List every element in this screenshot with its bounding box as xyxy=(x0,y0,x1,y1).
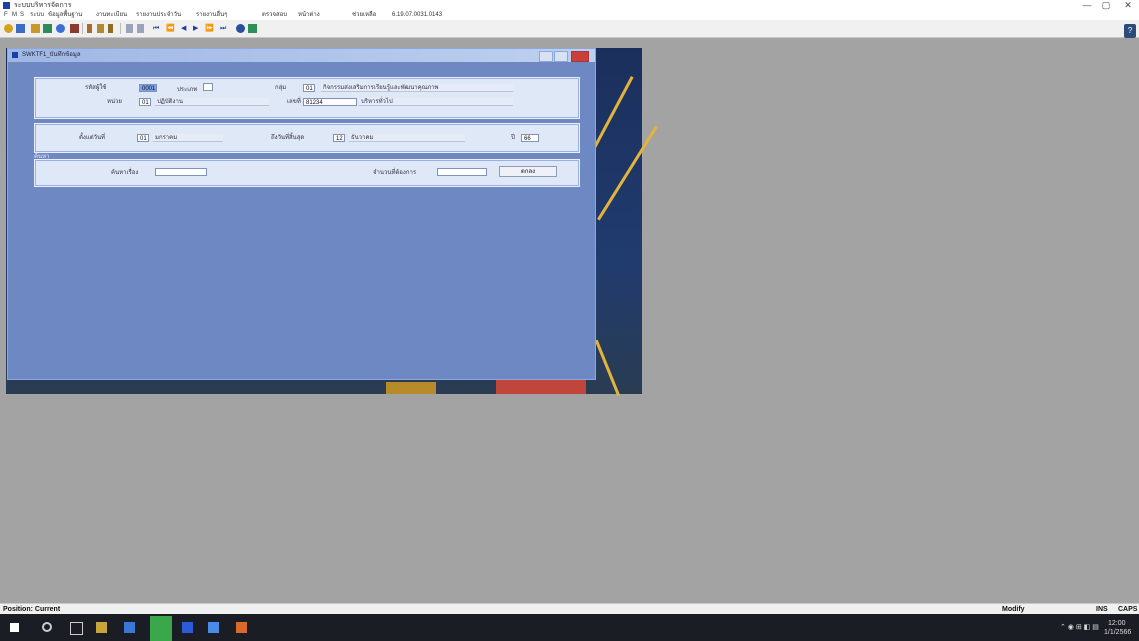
store-icon[interactable] xyxy=(124,622,135,633)
group-name-display: กิจกรรมส่งเสริมการเรียนรู้และพัฒนาคุณภาพ xyxy=(321,84,513,92)
image-stripe xyxy=(593,75,634,149)
menu-item[interactable]: งานทะเบียน xyxy=(96,11,127,20)
next-record-icon[interactable]: ▶ xyxy=(193,23,198,34)
doc-number-field[interactable]: 81234 xyxy=(303,98,357,106)
code-field[interactable]: 0001 xyxy=(139,84,157,92)
doc-label: เลขที่ xyxy=(287,99,301,105)
form-window-title: SWKTF1_บันทึกข้อมูล xyxy=(22,52,81,58)
menu-item[interactable]: ช่วยเหลือ xyxy=(352,11,376,20)
form-panel-main: รหัสผู้ใช้ 0001 ประเภท กลุ่ม 01 กิจกรรมส… xyxy=(34,77,580,119)
tray-icons: ⌃ ◉ ⊞ ◧ ▤ xyxy=(1060,624,1099,631)
end-label: ถึงวันที่สิ้นสุด xyxy=(271,135,305,141)
new-icon[interactable] xyxy=(4,24,13,33)
end-code-field[interactable]: 12 xyxy=(333,134,345,142)
last-record-icon[interactable]: ⏭ xyxy=(220,23,226,34)
open-icon[interactable] xyxy=(16,24,25,33)
exit-icon[interactable] xyxy=(248,24,257,33)
maximize-button[interactable]: ▢ xyxy=(1098,0,1114,11)
start-code-field[interactable]: 01 xyxy=(137,134,149,142)
form-minimize-button[interactable] xyxy=(539,51,553,62)
windows-taskbar: ⌃ ◉ ⊞ ◧ ▤ 12:00 1/1/2566 xyxy=(0,614,1139,641)
outlook-icon[interactable] xyxy=(208,622,219,633)
start-icon[interactable] xyxy=(10,623,19,632)
form-close-button[interactable] xyxy=(571,51,589,62)
doc-desc-display: บริหารทั่วไป xyxy=(359,98,513,106)
ok-button[interactable]: ตกลง xyxy=(499,166,557,177)
version-label: 6.19.07.0031.0143 xyxy=(392,12,443,18)
menu-item[interactable]: หน้าต่าง xyxy=(298,11,320,20)
first-record-icon[interactable]: ⏮ xyxy=(153,23,159,34)
help-icon[interactable]: ? xyxy=(1124,24,1136,38)
menu-bar: F M S ระบบ ข้อมูลพื้นฐาน งานทะเบียน รายง… xyxy=(0,11,1139,20)
search-icon[interactable] xyxy=(236,24,245,33)
active-app-icon[interactable] xyxy=(182,622,193,633)
code-label: รหัสผู้ใช้ xyxy=(85,85,107,91)
toolbar-separator xyxy=(120,23,121,34)
type-label: ประเภท xyxy=(177,87,198,93)
form-window: SWKTF1_บันทึกข้อมูล รหัสผู้ใช้ 0001 ประเ… xyxy=(7,48,596,380)
filter-icon[interactable] xyxy=(137,24,144,33)
group-label: กลุ่ม xyxy=(275,85,287,91)
year-field[interactable]: 66 xyxy=(521,134,539,142)
unit-code-field[interactable]: 01 xyxy=(139,98,151,106)
close-button[interactable]: ✕ xyxy=(1120,0,1136,11)
unit-label: หน่วย xyxy=(107,99,122,105)
form-window-icon xyxy=(12,52,18,58)
amount-field[interactable] xyxy=(437,168,487,176)
app-icon xyxy=(3,2,10,9)
app-title-bar: ระบบบริหารจัดการ — ▢ ✕ xyxy=(0,0,1139,11)
search-taskbar-icon[interactable] xyxy=(42,622,52,632)
group-code-field[interactable]: 01 xyxy=(303,84,315,92)
save-icon[interactable] xyxy=(31,24,40,33)
menu-item[interactable]: F xyxy=(4,11,8,20)
refresh-icon[interactable] xyxy=(56,24,65,33)
previous-page-icon[interactable]: ⏪ xyxy=(166,23,175,34)
type-field[interactable] xyxy=(203,83,213,91)
start-name-display: มกราคม xyxy=(153,134,223,142)
tray-date: 1/1/2566 xyxy=(1104,629,1132,636)
toolbar: ⏮ ⏪ ◀ ▶ ⏩ ⏭ xyxy=(0,20,1139,38)
previous-record-icon[interactable]: ◀ xyxy=(181,23,186,34)
task-view-icon[interactable] xyxy=(70,622,83,635)
toolbar-separator xyxy=(82,23,83,34)
tray-time: 12:00 xyxy=(1108,620,1126,627)
app-taskbar-icon[interactable] xyxy=(150,616,172,641)
menu-item[interactable]: M xyxy=(12,11,17,20)
pencil-icon[interactable] xyxy=(97,24,104,33)
year-label: ปี xyxy=(511,135,515,141)
amount-label: จำนวนที่ต้องการ xyxy=(373,170,417,176)
print-icon[interactable] xyxy=(43,24,52,33)
menu-item[interactable]: รายงานประจำวัน xyxy=(136,11,181,20)
search-label: ค้นหาเรื่อง xyxy=(111,170,139,176)
minimize-button[interactable]: — xyxy=(1079,0,1095,11)
search-field[interactable] xyxy=(155,168,207,176)
menu-item[interactable]: ระบบ xyxy=(30,11,44,20)
start-label: ตั้งแต่วันที่ xyxy=(79,135,106,141)
menu-item[interactable]: S xyxy=(20,11,24,20)
brush-icon[interactable] xyxy=(108,24,113,33)
other-app-icon[interactable] xyxy=(236,622,247,633)
form-panel-search: ค้นหาเรื่อง จำนวนที่ต้องการ ตกลง xyxy=(34,159,580,187)
image-stripe xyxy=(594,339,621,397)
form-panel-period: ตั้งแต่วันที่ 01 มกราคม ถึงวันที่สิ้นสุด… xyxy=(34,123,580,153)
sort-icon[interactable] xyxy=(126,24,133,33)
image-building xyxy=(496,380,586,394)
unit-name-display: ปฏิบัติงาน xyxy=(155,98,269,106)
form-window-title-bar: SWKTF1_บันทึกข้อมูล xyxy=(8,49,595,62)
menu-item[interactable]: ข้อมูลพื้นฐาน xyxy=(48,11,82,20)
file-explorer-icon[interactable] xyxy=(96,622,107,633)
edit-icon[interactable] xyxy=(87,24,92,33)
app-title: ระบบบริหารจัดการ xyxy=(14,2,72,9)
menu-item[interactable]: ตรวจสอบ xyxy=(262,11,287,20)
image-roof xyxy=(386,382,436,394)
next-page-icon[interactable]: ⏩ xyxy=(205,23,214,34)
end-name-display: ธันวาคม xyxy=(349,134,465,142)
menu-item[interactable]: รายงานอื่นๆ xyxy=(196,11,227,20)
delete-icon[interactable] xyxy=(70,24,79,33)
form-maximize-button[interactable] xyxy=(554,51,568,62)
